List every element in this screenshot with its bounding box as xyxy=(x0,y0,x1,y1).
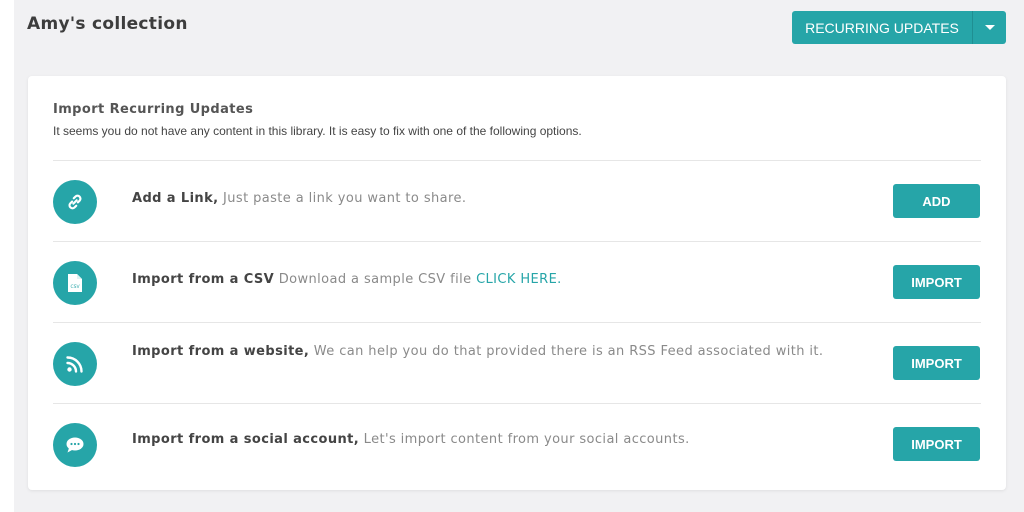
option-text: Add a Link, Just paste a link you want t… xyxy=(132,191,832,207)
option-text: Import from a social account, Let's impo… xyxy=(132,432,832,448)
import-card: Import Recurring Updates It seems you do… xyxy=(28,76,1006,490)
card-subtitle: It seems you do not have any content in … xyxy=(53,124,582,138)
option-row-social: Import from a social account, Let's impo… xyxy=(53,403,981,484)
add-link-button[interactable]: ADD xyxy=(893,184,980,218)
sample-csv-link[interactable]: CLICK HERE. xyxy=(476,272,562,287)
option-text: Import from a website, We can help you d… xyxy=(132,344,832,360)
chat-bubble-icon xyxy=(53,423,97,467)
option-description: Download a sample CSV file xyxy=(278,272,472,287)
option-description: Just paste a link you want to share. xyxy=(223,191,467,206)
option-title: Add a Link, xyxy=(132,191,219,206)
link-icon xyxy=(53,180,97,224)
csv-file-icon: CSV xyxy=(53,261,97,305)
card-header: Import Recurring Updates It seems you do… xyxy=(53,102,582,138)
option-row-csv: CSV Import from a CSV Download a sample … xyxy=(53,241,981,322)
option-text: Import from a CSV Download a sample CSV … xyxy=(132,272,832,288)
import-csv-button[interactable]: IMPORT xyxy=(893,265,980,299)
csv-icon-text: CSV xyxy=(70,284,80,290)
import-website-button[interactable]: IMPORT xyxy=(893,346,980,380)
option-title: Import from a website, xyxy=(132,344,310,359)
option-description: We can help you do that provided there i… xyxy=(313,344,824,359)
rss-icon xyxy=(53,342,97,386)
recurring-updates-button[interactable]: RECURRING UPDATES xyxy=(792,11,1006,44)
option-row-website: Import from a website, We can help you d… xyxy=(53,322,981,403)
recurring-updates-label[interactable]: RECURRING UPDATES xyxy=(792,11,972,44)
card-title: Import Recurring Updates xyxy=(53,102,254,117)
option-description: Let's import content from your social ac… xyxy=(363,432,690,447)
option-title: Import from a CSV xyxy=(132,272,275,287)
option-title: Import from a social account, xyxy=(132,432,360,447)
page-title: Amy's collection xyxy=(27,14,188,34)
import-social-button[interactable]: IMPORT xyxy=(893,427,980,461)
option-row-link: Add a Link, Just paste a link you want t… xyxy=(53,160,981,241)
dropdown-caret-icon[interactable] xyxy=(973,11,1006,44)
